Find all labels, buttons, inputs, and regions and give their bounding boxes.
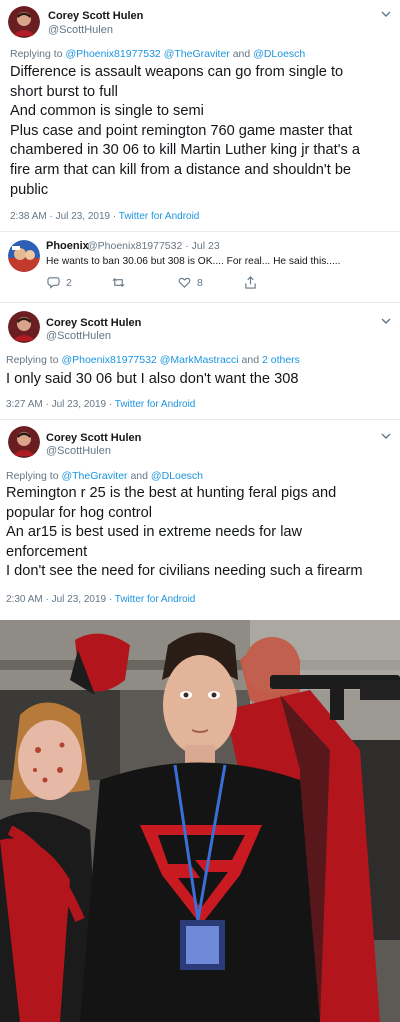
like-count: 8 bbox=[197, 276, 203, 289]
mention-link[interactable]: @Phoenix81977532 bbox=[65, 48, 160, 60]
mention-link[interactable]: @DLoesch bbox=[151, 470, 203, 482]
author-handle[interactable]: @ScottHulen bbox=[46, 330, 111, 342]
tweet-text: I only said 30 06 but I also don't want … bbox=[6, 371, 299, 387]
mention-link[interactable]: @TheGraviter bbox=[61, 470, 127, 482]
author-handle[interactable]: @Phoenix81977532 · Jul 23 bbox=[87, 240, 220, 252]
tweet-2: Phoenix @Phoenix81977532 · Jul 23 He wan… bbox=[0, 232, 400, 302]
author-name[interactable]: Phoenix bbox=[46, 240, 89, 252]
source-link[interactable]: Twitter for Android bbox=[115, 399, 196, 410]
source-link[interactable]: Twitter for Android bbox=[115, 594, 196, 605]
retweet-icon bbox=[112, 276, 125, 289]
avatar[interactable] bbox=[8, 311, 40, 343]
mention-link[interactable]: @MarkMastracci bbox=[160, 354, 239, 366]
avatar[interactable] bbox=[8, 6, 40, 38]
author-handle[interactable]: @ScottHulen bbox=[46, 445, 111, 457]
chevron-down-icon[interactable] bbox=[380, 315, 392, 327]
mention-link[interactable]: @Phoenix81977532 bbox=[61, 354, 156, 366]
tweet-timestamp: 2:30 AM · Jul 23, 2019 · Twitter for And… bbox=[6, 594, 195, 605]
tweet-1: Corey Scott Hulen @ScottHulen Replying t… bbox=[0, 0, 400, 230]
tweet-timestamp: 3:27 AM · Jul 23, 2019 · Twitter for And… bbox=[6, 399, 195, 410]
reply-count: 2 bbox=[66, 276, 72, 289]
tweet-text: He wants to ban 30.06 but 308 is OK.... … bbox=[46, 256, 341, 267]
author-name[interactable]: Corey Scott Hulen bbox=[46, 432, 141, 444]
tweet-timestamp: 2:38 AM · Jul 23, 2019 · Twitter for And… bbox=[10, 211, 199, 222]
mention-link[interactable]: @TheGraviter bbox=[164, 48, 230, 60]
attached-photo[interactable] bbox=[0, 620, 400, 1022]
reply-icon bbox=[47, 276, 60, 289]
tweet-3: Corey Scott Hulen @ScottHulen Replying t… bbox=[0, 303, 400, 418]
tweet-text: Difference is assault weapons can go fro… bbox=[10, 64, 360, 198]
avatar[interactable] bbox=[8, 240, 40, 272]
share-icon bbox=[244, 276, 257, 289]
timestamp-link[interactable]: 2:38 AM · Jul 23, 2019 · bbox=[10, 211, 119, 222]
reply-action[interactable]: 2 bbox=[47, 276, 72, 289]
tweet-text: Remington r 25 is the best at hunting fe… bbox=[6, 485, 363, 580]
timestamp-link[interactable]: 3:27 AM · Jul 23, 2019 · bbox=[6, 399, 115, 410]
author-name[interactable]: Corey Scott Hulen bbox=[48, 10, 143, 22]
chevron-down-icon[interactable] bbox=[380, 8, 392, 20]
tweet-4: Corey Scott Hulen @ScottHulen Replying t… bbox=[0, 420, 400, 616]
source-link[interactable]: Twitter for Android bbox=[119, 211, 200, 222]
author-name[interactable]: Corey Scott Hulen bbox=[46, 317, 141, 329]
share-action[interactable] bbox=[244, 276, 257, 289]
like-icon bbox=[178, 276, 191, 289]
author-handle[interactable]: @ScottHulen bbox=[48, 24, 113, 36]
replying-to: Replying to @TheGraviter and @DLoesch bbox=[6, 470, 204, 482]
mention-link[interactable]: @DLoesch bbox=[253, 48, 305, 60]
chevron-down-icon[interactable] bbox=[380, 430, 392, 442]
replying-to: Replying to @Phoenix81977532 @TheGravite… bbox=[10, 48, 306, 60]
replying-to: Replying to @Phoenix81977532 @MarkMastra… bbox=[6, 354, 300, 366]
retweet-action[interactable] bbox=[112, 276, 131, 289]
like-action[interactable]: 8 bbox=[178, 276, 203, 289]
avatar[interactable] bbox=[8, 426, 40, 458]
mention-link[interactable]: 2 others bbox=[262, 354, 300, 366]
timestamp-link[interactable]: 2:30 AM · Jul 23, 2019 · bbox=[6, 594, 115, 605]
